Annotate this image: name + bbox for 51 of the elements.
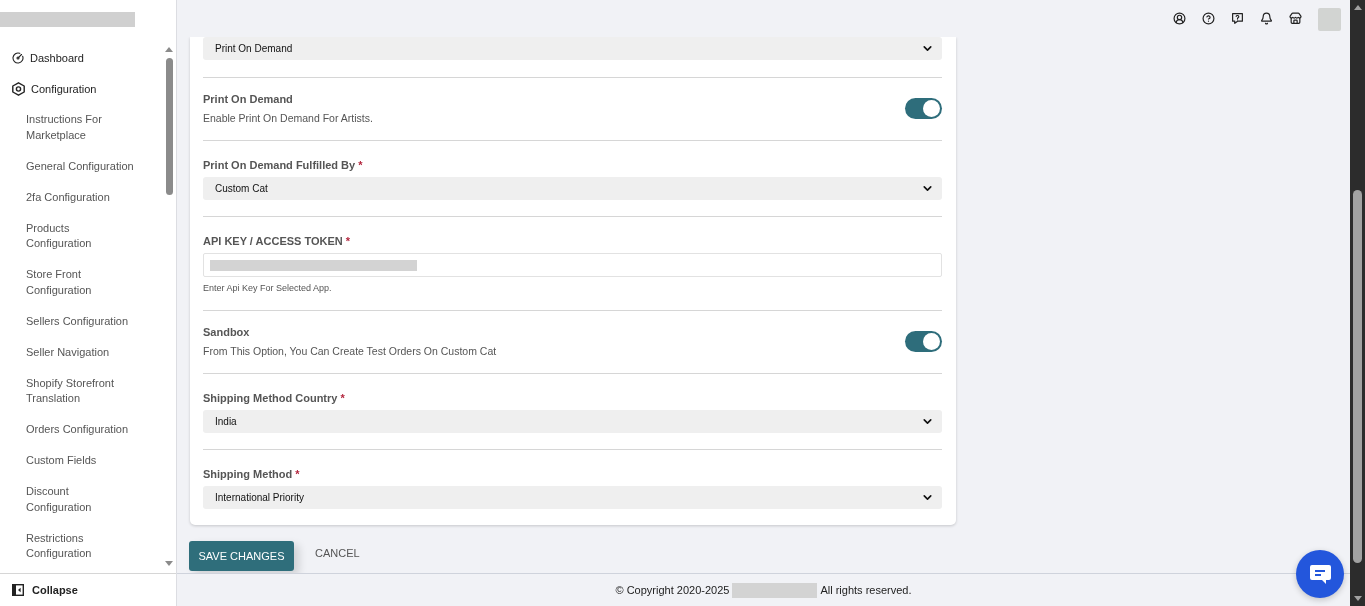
rights-text: All rights reserved.: [820, 584, 912, 596]
setting-description: Enable Print On Demand For Artists.: [203, 111, 373, 125]
field-label: Shipping Method Country *: [203, 391, 345, 406]
submenu-item[interactable]: General Configuration: [0, 150, 136, 182]
scroll-down-icon[interactable]: [1353, 596, 1362, 601]
submenu-item[interactable]: Shopify Storefront Translation: [0, 367, 136, 414]
submenu-item[interactable]: Orders Configuration: [0, 414, 136, 445]
submenu-item[interactable]: Instructions For Marketplace: [0, 104, 136, 151]
save-button[interactable]: SAVE CHANGES: [189, 541, 294, 571]
copyright-text: © Copyright 2020-2025: [615, 584, 730, 596]
scrollbar-thumb[interactable]: [165, 58, 173, 195]
menu-item[interactable]: Dashboard: [0, 42, 110, 73]
input-field[interactable]: [203, 253, 942, 277]
submenu-item[interactable]: Seller Navigation: [0, 336, 136, 368]
gauge-icon: [12, 51, 24, 64]
hexagon-gear-icon: [12, 81, 25, 96]
dropdown[interactable]: Print On Demand: [203, 37, 942, 60]
message-question-icon[interactable]: [1231, 12, 1244, 25]
chat-button[interactable]: [1296, 550, 1344, 598]
submenu-item[interactable]: Store Front Configuration: [0, 259, 136, 306]
submenu-item[interactable]: 2fa Configuration: [0, 181, 136, 213]
store-icon[interactable]: [1289, 12, 1302, 25]
setting-title: Print On Demand: [203, 92, 294, 106]
field-label: Print On Demand Fulfilled By *: [203, 158, 363, 173]
dropdown[interactable]: India: [203, 410, 942, 433]
submenu-item[interactable]: Discount Configuration: [0, 476, 136, 523]
user-circle-icon[interactable]: [1173, 12, 1186, 25]
submenu-item[interactable]: Sellers Configuration: [0, 305, 136, 337]
scroll-up-icon[interactable]: [165, 47, 173, 52]
toggle-switch[interactable]: [905, 331, 942, 352]
chat-icon: [1309, 564, 1331, 584]
help-icon[interactable]: [1202, 12, 1215, 25]
submenu-item[interactable]: Custom Fields: [0, 445, 136, 476]
setting-description: From This Option, You Can Create Test Orders On Custom Cat: [203, 344, 497, 358]
menu-item[interactable]: Configuration: [0, 73, 110, 104]
scroll-up-icon[interactable]: [1353, 5, 1362, 10]
submenu-item[interactable]: Products Configuration: [0, 212, 136, 259]
toggle-switch[interactable]: [905, 98, 942, 119]
cancel-button[interactable]: CANCEL: [315, 547, 360, 560]
bell-icon[interactable]: [1260, 12, 1273, 25]
panel-left-icon: [12, 584, 24, 596]
setting-title: Sandbox: [203, 325, 251, 339]
scroll-down-icon[interactable]: [165, 561, 173, 566]
dropdown[interactable]: Custom Cat: [203, 177, 942, 200]
collapse-button[interactable]: Collapse: [0, 573, 176, 606]
field-label: API KEY / ACCESS TOKEN *: [203, 234, 351, 249]
scrollbar-thumb[interactable]: [1353, 190, 1362, 563]
dropdown[interactable]: International Priority: [203, 486, 942, 509]
field-label: Shipping Method *: [203, 467, 300, 482]
field-hint: Enter Api Key For Selected App.: [203, 282, 332, 294]
submenu-item[interactable]: Restrictions Configuration: [0, 522, 136, 569]
